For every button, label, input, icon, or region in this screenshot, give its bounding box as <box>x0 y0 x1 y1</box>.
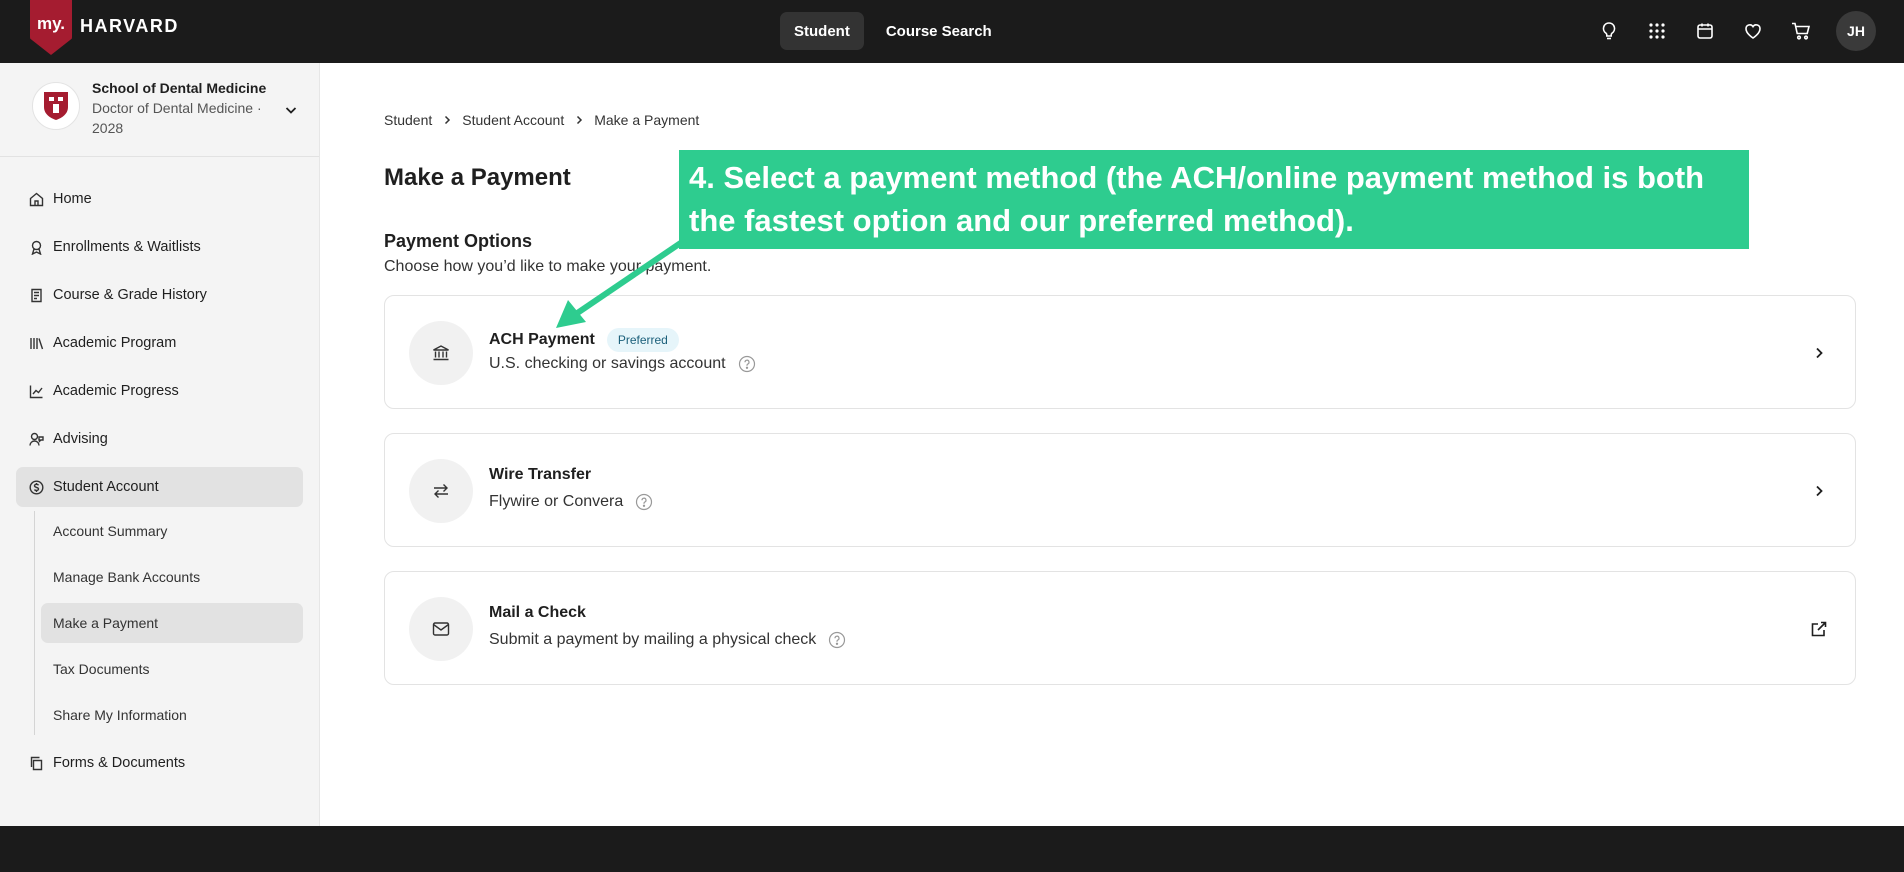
chevron-right-icon[interactable] <box>1809 481 1829 501</box>
tutorial-annotation: 4. Select a payment method (the ACH/onli… <box>679 150 1749 249</box>
school-name: School of Dental Medicine <box>92 80 267 96</box>
payment-option-subtitle: Flywire or Convera <box>489 493 624 510</box>
documents-icon <box>28 755 44 771</box>
school-shield-icon <box>32 82 80 130</box>
sidebar-item-enrollments[interactable]: Enrollments & Waitlists <box>16 227 303 267</box>
subnav-manage-bank-accounts[interactable]: Manage Bank Accounts <box>41 557 303 597</box>
subnav-share-my-information[interactable]: Share My Information <box>41 695 303 735</box>
payment-option-subtitle: U.S. checking or savings account <box>489 355 726 372</box>
breadcrumb: Student Student Account Make a Payment <box>384 112 699 128</box>
sidebar-nav: Home Enrollments & Waitlists Course & Gr… <box>0 157 319 783</box>
sidebar-item-label: Academic Progress <box>53 383 179 399</box>
ribbon-icon <box>28 239 44 255</box>
top-icons: JH <box>1594 11 1876 51</box>
topnav-student[interactable]: Student <box>780 12 864 50</box>
sidebar-item-advising[interactable]: Advising <box>16 419 303 459</box>
subnav-tax-documents[interactable]: Tax Documents <box>41 649 303 689</box>
breadcrumb-student-account[interactable]: Student Account <box>462 112 564 128</box>
top-navigation: Student Course Search <box>780 12 1006 50</box>
sidebar-item-label: Course & Grade History <box>53 287 207 303</box>
books-icon <box>28 335 44 351</box>
sidebar-item-label: Academic Program <box>53 335 177 351</box>
breadcrumb-student[interactable]: Student <box>384 112 432 128</box>
bottom-bar <box>0 826 1904 872</box>
school-program: Doctor of Dental Medicine · 2028 <box>92 100 262 136</box>
apps-grid-icon[interactable] <box>1642 11 1672 51</box>
calendar-icon[interactable] <box>1690 11 1720 51</box>
logo-wordmark: HARVARD <box>80 16 179 36</box>
external-link-icon[interactable] <box>1809 619 1829 639</box>
sidebar-item-academic-program[interactable]: Academic Program <box>16 323 303 363</box>
breadcrumb-make-a-payment: Make a Payment <box>594 112 700 128</box>
user-avatar[interactable]: JH <box>1836 11 1876 51</box>
dollar-circle-icon <box>28 479 44 495</box>
chevron-down-icon[interactable] <box>284 103 298 122</box>
home-icon <box>28 191 44 207</box>
sidebar-item-label: Student Account <box>53 479 159 495</box>
student-account-subnav: Account Summary Manage Bank Accounts Mak… <box>34 511 319 735</box>
chart-line-icon <box>28 383 44 399</box>
sidebar-item-academic-progress[interactable]: Academic Progress <box>16 371 303 411</box>
chevron-right-icon <box>574 115 584 125</box>
sidebar-item-label: Advising <box>53 431 108 447</box>
payment-option-title: Wire Transfer <box>489 466 592 483</box>
subnav-make-a-payment[interactable]: Make a Payment <box>41 603 303 643</box>
sidebar-item-student-account[interactable]: Student Account <box>16 467 303 507</box>
person-chat-icon <box>28 431 44 447</box>
annotation-arrow-icon <box>556 237 687 328</box>
section-title: Payment Options <box>384 231 533 251</box>
payment-option-title: Mail a Check <box>489 604 586 621</box>
lightbulb-icon[interactable] <box>1594 11 1624 51</box>
cart-icon[interactable] <box>1786 11 1816 51</box>
help-icon[interactable] <box>635 493 653 511</box>
logo-shield: my. <box>30 0 72 55</box>
chevron-right-icon[interactable] <box>1809 343 1829 363</box>
sidebar-item-label: Forms & Documents <box>53 755 186 771</box>
scroll-icon <box>28 287 44 303</box>
envelope-icon <box>409 597 473 661</box>
transfer-arrows-icon <box>409 459 473 523</box>
bank-icon <box>409 321 473 385</box>
chevron-right-icon <box>442 115 452 125</box>
payment-option-wire-transfer[interactable]: Wire Transfer Flywire or Convera <box>384 433 1856 547</box>
sidebar: School of Dental Medicine Doctor of Dent… <box>0 63 320 826</box>
page-title: Make a Payment <box>384 164 571 191</box>
sidebar-item-home[interactable]: Home <box>16 179 303 219</box>
sidebar-item-course-grade-history[interactable]: Course & Grade History <box>16 275 303 315</box>
payment-option-subtitle: Submit a payment by mailing a physical c… <box>489 631 817 648</box>
sidebar-item-forms-documents[interactable]: Forms & Documents <box>16 743 303 783</box>
payment-option-mail-check[interactable]: Mail a Check Submit a payment by mailing… <box>384 571 1856 685</box>
sidebar-item-label: Home <box>53 191 92 207</box>
school-selector[interactable]: School of Dental Medicine Doctor of Dent… <box>0 63 319 157</box>
my-harvard-logo[interactable]: my. HARVARD <box>30 0 179 55</box>
top-bar: my. HARVARD Student Course Search JH <box>0 0 1904 63</box>
help-icon[interactable] <box>738 355 756 373</box>
topnav-course-search[interactable]: Course Search <box>872 12 1006 50</box>
subnav-account-summary[interactable]: Account Summary <box>41 511 303 551</box>
heart-icon[interactable] <box>1738 11 1768 51</box>
sidebar-item-label: Enrollments & Waitlists <box>53 239 201 255</box>
help-icon[interactable] <box>828 631 846 649</box>
